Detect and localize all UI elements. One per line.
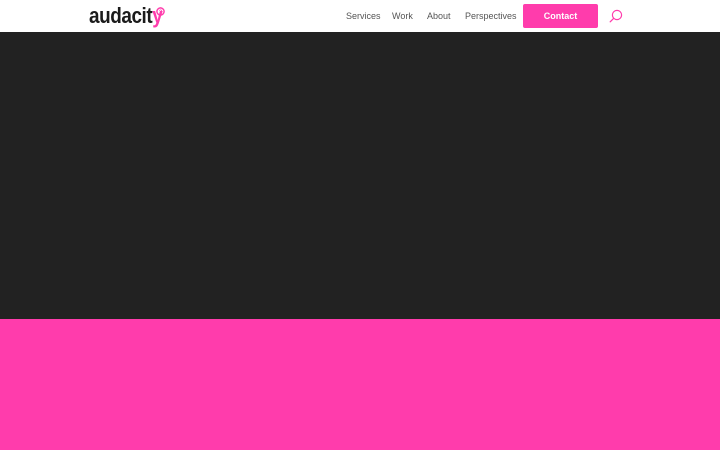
nav-link-services[interactable]: Services — [346, 10, 381, 22]
search-icon[interactable] — [609, 9, 623, 23]
contact-button[interactable]: Contact — [523, 4, 598, 28]
site-header: audacity ? Services Work About Perspecti… — [0, 0, 720, 32]
hero-section — [0, 32, 720, 319]
main-nav: Services Work About Perspectives Contact — [0, 0, 720, 32]
nav-link-perspectives[interactable]: Perspectives — [465, 10, 517, 22]
nav-link-about[interactable]: About — [427, 10, 451, 22]
nav-link-work[interactable]: Work — [392, 10, 413, 22]
pink-section — [0, 319, 720, 450]
page: audacity ? Services Work About Perspecti… — [0, 0, 720, 450]
